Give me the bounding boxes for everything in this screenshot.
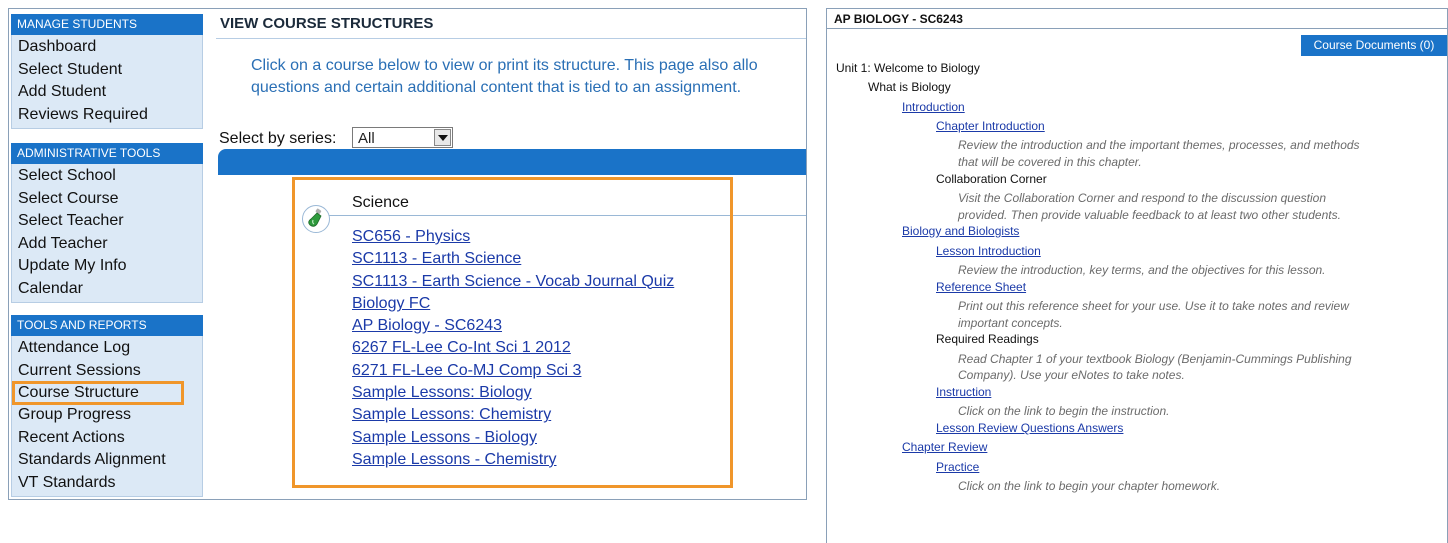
sidebar-section-items: Dashboard Select Student Add Student Rev… bbox=[11, 35, 203, 129]
outline-description: Click on the link to begin the instructi… bbox=[958, 404, 1170, 418]
outline-link[interactable]: Practice bbox=[936, 460, 979, 474]
sidebar-item-dashboard[interactable]: Dashboard bbox=[12, 36, 202, 59]
outline-heading: What is Biology bbox=[868, 80, 951, 94]
outline-link[interactable]: Biology and Biologists bbox=[902, 224, 1019, 238]
outline-description: Review the introduction, key terms, and … bbox=[958, 263, 1326, 277]
description-line: Click on a course below to view or print… bbox=[251, 57, 758, 74]
outline-link[interactable]: Introduction bbox=[902, 100, 965, 114]
course-list-header-bar bbox=[218, 149, 806, 175]
course-documents-tab[interactable]: Course Documents (0) bbox=[1301, 35, 1447, 56]
sidebar-section-administrative-tools: ADMINISTRATIVE TOOLS Select School Selec… bbox=[11, 143, 203, 303]
outline-heading: Unit 1: Welcome to Biology bbox=[836, 61, 980, 75]
outline-description: Print out this reference sheet for your … bbox=[958, 299, 1349, 313]
sidebar-item-select-teacher[interactable]: Select Teacher bbox=[12, 210, 202, 233]
outline-description: Review the introduction and the importan… bbox=[958, 138, 1360, 152]
outline-description: that will be covered in this chapter. bbox=[958, 155, 1142, 169]
outline-link[interactable]: Lesson Introduction bbox=[936, 244, 1041, 258]
sidebar: MANAGE STUDENTS Dashboard Select Student… bbox=[9, 9, 205, 499]
sidebar-section-tools-and-reports: TOOLS AND REPORTS Attendance Log Current… bbox=[11, 315, 203, 497]
sidebar-section-title: TOOLS AND REPORTS bbox=[11, 315, 203, 336]
title-divider bbox=[827, 28, 1447, 29]
sidebar-section-items: Select School Select Course Select Teach… bbox=[11, 164, 203, 303]
outline-heading: Required Readings bbox=[936, 332, 1039, 346]
sidebar-section-items: Attendance Log Current Sessions Course S… bbox=[11, 336, 203, 497]
sidebar-item-add-student[interactable]: Add Student bbox=[12, 81, 202, 104]
outline-description: provided. Then provide valuable feedback… bbox=[958, 208, 1341, 222]
outline-link[interactable]: Instruction bbox=[936, 385, 991, 399]
outline-description: Click on the link to begin your chapter … bbox=[958, 479, 1221, 493]
outline-description: Company). Use your eNotes to take notes. bbox=[958, 368, 1185, 382]
sidebar-item-select-course[interactable]: Select Course bbox=[12, 188, 202, 211]
title-divider bbox=[216, 38, 806, 39]
sidebar-item-select-student[interactable]: Select Student bbox=[12, 59, 202, 82]
description-line: questions and certain additional content… bbox=[251, 79, 742, 96]
outline-link[interactable]: Chapter Review bbox=[902, 440, 987, 454]
outline-description: Read Chapter 1 of your textbook Biology … bbox=[958, 352, 1352, 366]
sidebar-item-reviews-required[interactable]: Reviews Required bbox=[12, 104, 202, 127]
sidebar-item-recent-actions[interactable]: Recent Actions bbox=[12, 427, 202, 450]
sidebar-item-calendar[interactable]: Calendar bbox=[12, 278, 202, 301]
highlight-box bbox=[292, 177, 733, 488]
page-title: VIEW COURSE STRUCTURES bbox=[220, 15, 434, 32]
outline-link[interactable]: Reference Sheet bbox=[936, 280, 1026, 294]
main-content: VIEW COURSE STRUCTURES Click on a course… bbox=[216, 9, 806, 499]
sidebar-item-group-progress[interactable]: Group Progress bbox=[12, 404, 202, 427]
sidebar-item-update-my-info[interactable]: Update My Info bbox=[12, 255, 202, 278]
sidebar-section-title: ADMINISTRATIVE TOOLS bbox=[11, 143, 203, 164]
outline-heading: Collaboration Corner bbox=[936, 172, 1047, 186]
chevron-down-icon[interactable] bbox=[434, 129, 451, 146]
sidebar-item-standards-alignment[interactable]: Standards Alignment bbox=[12, 449, 202, 472]
outline-description: Visit the Collaboration Corner and respo… bbox=[958, 191, 1327, 205]
page-description: Click on a course below to view or print… bbox=[251, 55, 806, 99]
sidebar-item-course-structure[interactable]: Course Structure bbox=[12, 381, 184, 405]
sidebar-item-current-sessions[interactable]: Current Sessions bbox=[12, 360, 202, 383]
course-structure-page: MANAGE STUDENTS Dashboard Select Student… bbox=[8, 8, 807, 500]
outline-link[interactable]: Lesson Review Questions Answers bbox=[936, 421, 1123, 435]
sidebar-section-title: MANAGE STUDENTS bbox=[11, 14, 203, 35]
sidebar-item-select-school[interactable]: Select School bbox=[12, 165, 202, 188]
sidebar-item-vt-standards[interactable]: VT Standards bbox=[12, 472, 202, 495]
outline-description: important concepts. bbox=[958, 316, 1063, 330]
sidebar-section-manage-students: MANAGE STUDENTS Dashboard Select Student… bbox=[11, 14, 203, 129]
course-title: AP BIOLOGY - SC6243 bbox=[834, 12, 963, 26]
course-structure-detail: AP BIOLOGY - SC6243 Course Documents (0)… bbox=[826, 8, 1448, 543]
sidebar-item-attendance-log[interactable]: Attendance Log bbox=[12, 337, 202, 360]
series-select[interactable]: All bbox=[352, 127, 453, 148]
outline-link[interactable]: Chapter Introduction bbox=[936, 119, 1045, 133]
sidebar-item-add-teacher[interactable]: Add Teacher bbox=[12, 233, 202, 256]
series-select-value: All bbox=[358, 130, 375, 147]
series-filter-label: Select by series: bbox=[219, 130, 337, 147]
